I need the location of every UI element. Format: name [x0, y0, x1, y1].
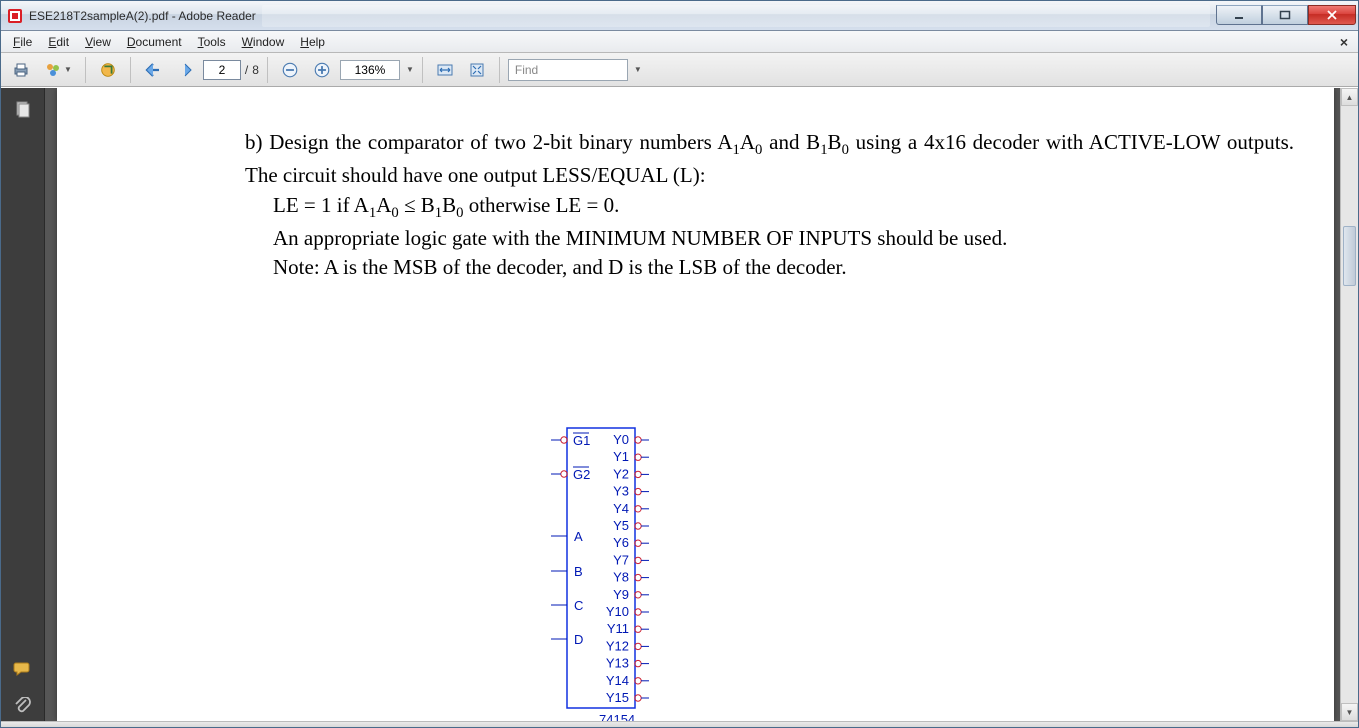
- scroll-track[interactable]: [1341, 106, 1358, 703]
- attachments-panel-button[interactable]: [9, 693, 37, 721]
- decoder-diagram: G1 G2 A B C D Y0 Y1 Y2 Y3 Y4 Y5 Y6 Y7 Y8 Y9 Y10 Y11 Y12…: [537, 422, 697, 721]
- prev-page-button[interactable]: [139, 57, 167, 83]
- window-title: ESE218T2sampleA(2).pdf - Adobe Reader: [29, 9, 256, 23]
- separator: [499, 57, 500, 83]
- fit-width-button[interactable]: [431, 57, 459, 83]
- decoder-output-y15: Y15: [606, 690, 629, 705]
- para1-part1: Design the comparator of two 2-bit binar…: [269, 130, 732, 154]
- vertical-scrollbar[interactable]: ▲ ▼: [1340, 88, 1358, 721]
- decoder-output-y11: Y11: [607, 621, 629, 636]
- menubar: File Edit View Document Tools Window Hel…: [1, 31, 1358, 53]
- document-viewport[interactable]: b) Design the comparator of two 2-bit bi…: [45, 88, 1358, 721]
- decoder-g1: G1: [573, 433, 590, 448]
- titlebar[interactable]: ESE218T2sampleA(2).pdf - Adobe Reader: [1, 1, 1358, 31]
- decoder-output-y4: Y4: [613, 501, 629, 516]
- maximize-button[interactable]: [1262, 5, 1308, 25]
- chevron-down-icon: ▼: [64, 65, 72, 74]
- window-controls: [1216, 6, 1356, 25]
- decoder-output-y7: Y7: [613, 552, 629, 567]
- sidebar: [1, 88, 45, 721]
- decoder-output-y6: Y6: [613, 535, 629, 550]
- decoder-output-y10: Y10: [606, 604, 629, 619]
- separator: [85, 57, 86, 83]
- menu-edit[interactable]: Edit: [40, 33, 77, 51]
- next-page-button[interactable]: [171, 57, 199, 83]
- page-sep: /: [245, 63, 248, 77]
- email-button[interactable]: ▼: [39, 57, 77, 83]
- statusbar: [1, 721, 1358, 727]
- decoder-output-y1: Y1: [613, 449, 629, 464]
- decoder-output-y3: Y3: [613, 484, 629, 499]
- mdi-close-button[interactable]: ×: [1334, 34, 1354, 50]
- page-total: 8: [252, 63, 259, 77]
- collab-button[interactable]: [94, 57, 122, 83]
- decoder-output-y14: Y14: [606, 673, 629, 688]
- toolbar: ▼ / 8 136% ▼: [1, 53, 1358, 87]
- decoder-output-y2: Y2: [613, 466, 629, 481]
- separator: [267, 57, 268, 83]
- separator: [422, 57, 423, 83]
- menu-file[interactable]: File: [5, 33, 40, 51]
- pages-panel-button[interactable]: [9, 96, 37, 124]
- menu-help[interactable]: Help: [292, 33, 333, 51]
- page-input[interactable]: [203, 60, 241, 80]
- menu-window[interactable]: Window: [234, 33, 293, 51]
- app-window: ESE218T2sampleA(2).pdf - Adobe Reader Fi…: [0, 0, 1359, 728]
- zoom-readout[interactable]: 136%: [340, 60, 400, 80]
- decoder-input-a: A: [574, 529, 583, 544]
- para4: Note: A is the MSB of the decoder, and D…: [273, 253, 1294, 281]
- scroll-up-button[interactable]: ▲: [1341, 88, 1358, 106]
- scroll-down-button[interactable]: ▼: [1341, 703, 1358, 721]
- decoder-input-c: C: [574, 598, 583, 613]
- fit-page-button[interactable]: [463, 57, 491, 83]
- para3: An appropriate logic gate with the MINIM…: [273, 224, 1294, 252]
- decoder-output-y0: Y0: [613, 432, 629, 447]
- zoom-out-button[interactable]: [276, 57, 304, 83]
- decoder-output-y13: Y13: [606, 656, 629, 671]
- main-area: b) Design the comparator of two 2-bit bi…: [1, 87, 1358, 721]
- titlebar-spacer: [262, 5, 1210, 27]
- document-page: b) Design the comparator of two 2-bit bi…: [57, 88, 1334, 721]
- menu-tools[interactable]: Tools: [190, 33, 234, 51]
- zoom-dropdown[interactable]: ▼: [406, 65, 414, 74]
- decoder-input-d: D: [574, 632, 583, 647]
- scroll-thumb[interactable]: [1343, 226, 1356, 286]
- decoder-g2: G2: [573, 467, 590, 482]
- decoder-output-y5: Y5: [613, 518, 629, 533]
- menu-view[interactable]: View: [77, 33, 119, 51]
- question-label: b): [245, 130, 263, 154]
- print-button[interactable]: [7, 57, 35, 83]
- find-dropdown[interactable]: ▼: [634, 65, 642, 74]
- decoder-input-b: B: [574, 564, 583, 579]
- close-button[interactable]: [1308, 5, 1356, 25]
- page-navigator: / 8: [203, 60, 259, 80]
- menu-document[interactable]: Document: [119, 33, 190, 51]
- comments-panel-button[interactable]: [9, 655, 37, 683]
- page-content: b) Design the comparator of two 2-bit bi…: [245, 128, 1294, 281]
- app-icon: [7, 8, 23, 24]
- decoder-output-y9: Y9: [613, 587, 629, 602]
- decoder-output-y8: Y8: [613, 570, 629, 585]
- zoom-in-button[interactable]: [308, 57, 336, 83]
- find-input[interactable]: Find: [508, 59, 628, 81]
- decoder-output-y12: Y12: [606, 638, 629, 653]
- minimize-button[interactable]: [1216, 5, 1262, 25]
- separator: [130, 57, 131, 83]
- decoder-part: 74154: [599, 712, 635, 721]
